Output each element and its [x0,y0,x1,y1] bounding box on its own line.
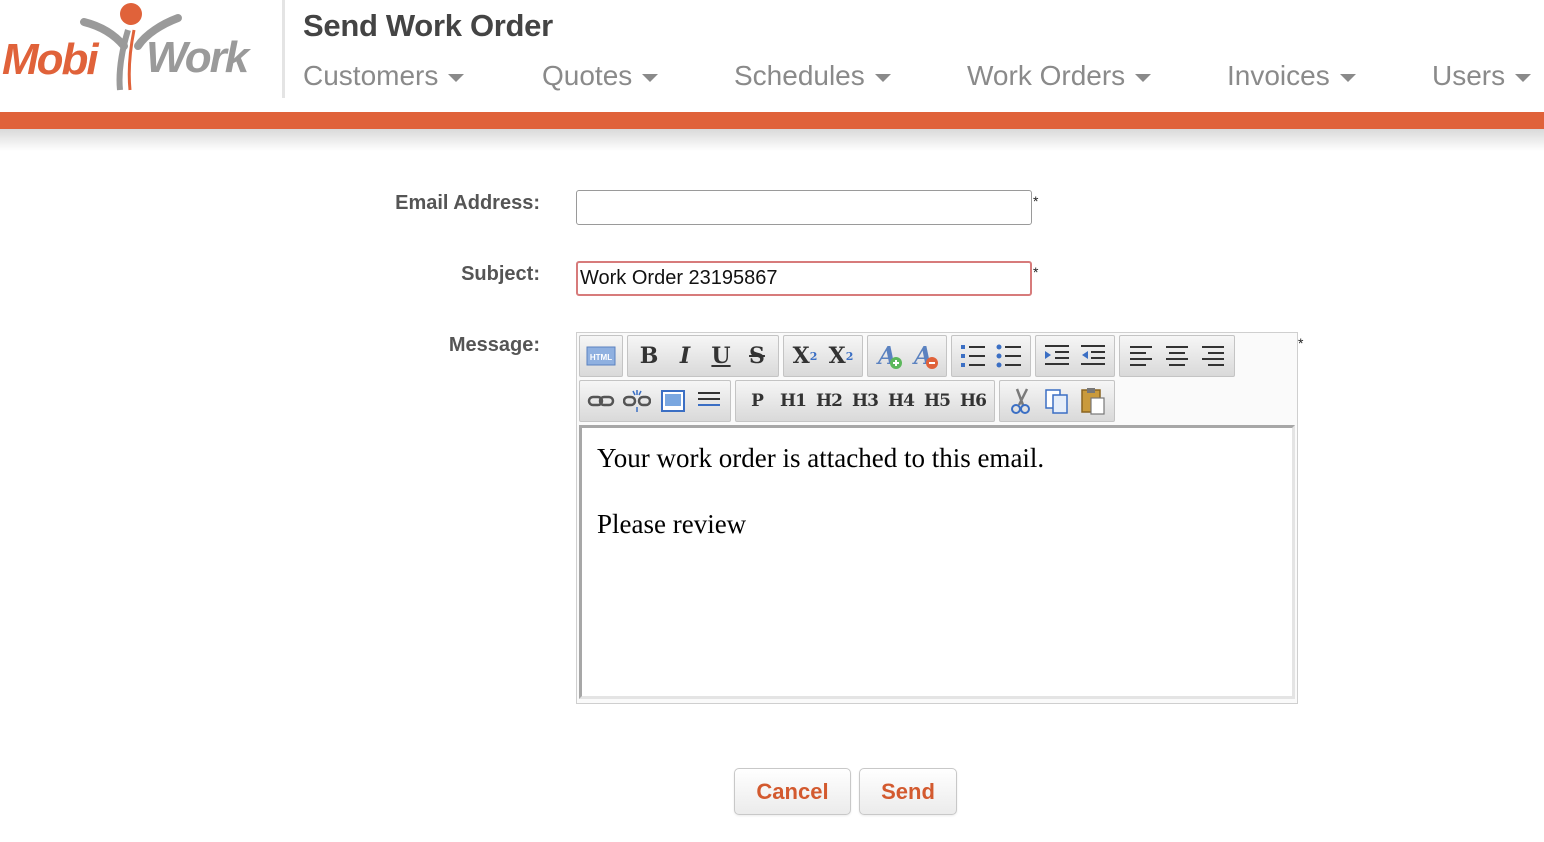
toolbar-group-indent [1035,335,1115,377]
nav-invoices[interactable]: Invoices [1227,60,1356,92]
toolbar-group-clipboard [999,380,1115,422]
nav-schedules[interactable]: Schedules [734,60,891,92]
superscript-mark: 2 [845,349,854,363]
heading-3-icon[interactable]: H3 [847,383,883,419]
required-mark: * [1033,193,1039,209]
required-mark: * [1298,335,1304,351]
html-icon-label: HTML [590,353,612,362]
superscript-icon[interactable]: X2 [823,338,859,374]
email-field[interactable] [576,190,1032,225]
strikethrough-icon[interactable]: S [739,338,775,374]
unordered-list-icon[interactable] [991,338,1027,374]
app-header: Mobi Work Send Work Order Customers Quot… [0,0,1544,112]
message-editor-area[interactable]: Your work order is attached to this emai… [579,425,1295,699]
email-label: Email Address: [395,192,540,214]
nav-label: Work Orders [967,60,1126,91]
nav-work-orders[interactable]: Work Orders [967,60,1152,92]
toolbar-group-lists [951,335,1031,377]
nav-quotes[interactable]: Quotes [542,60,659,92]
nav-label: Quotes [542,60,633,91]
align-center-icon[interactable] [1159,338,1195,374]
caret-down-icon [1515,73,1532,82]
decrease-font-icon[interactable]: A [907,338,943,374]
increase-font-icon[interactable]: A [871,338,907,374]
nav-label: Invoices [1227,60,1330,91]
align-right-icon[interactable] [1195,338,1231,374]
header-divider [282,0,285,98]
paragraph-icon[interactable]: P [739,383,775,419]
subject-label: Subject: [461,263,540,285]
header-shadow [0,129,1544,151]
rich-text-editor: HTML B I U S X2 X2 A A P H1 H2 H3 H4 H5 … [576,332,1298,704]
nav-label: Schedules [734,60,865,91]
required-mark: * [1033,264,1039,280]
nav-label: Users [1432,60,1506,91]
cancel-button[interactable]: Cancel [734,768,851,815]
header-accent-bar [0,112,1544,129]
align-left-icon[interactable] [1123,338,1159,374]
cut-icon[interactable] [1003,383,1039,419]
toolbar-group-font-size: A A [867,335,947,377]
caret-down-icon [642,73,659,82]
page-title: Send Work Order [303,8,553,43]
message-label: Message: [448,334,540,356]
subscript-mark: 2 [809,349,818,363]
subscript-icon[interactable]: X2 [787,338,823,374]
ordered-list-icon[interactable] [955,338,991,374]
underline-icon[interactable]: U [703,338,739,374]
main-nav: Customers Quotes Schedules Work Orders I… [303,60,1544,100]
toolbar-row-1: HTML B I U S X2 X2 A A [579,335,1239,377]
outdent-icon[interactable] [1075,338,1111,374]
nav-users[interactable]: Users [1432,60,1532,92]
heading-5-icon[interactable]: H5 [919,383,955,419]
toolbar-group-headings: P H1 H2 H3 H4 H5 H6 [735,380,995,422]
subject-field[interactable] [576,261,1032,296]
toolbar-row-2: P H1 H2 H3 H4 H5 H6 [579,380,1119,422]
copy-icon[interactable] [1039,383,1075,419]
superscript-glyph: X [828,343,846,369]
toolbar-group-format: B I U S [627,335,779,377]
italic-icon[interactable]: I [667,338,703,374]
heading-6-icon[interactable]: H6 [955,383,991,419]
toolbar-group-insert [579,380,731,422]
horizontal-rule-icon[interactable] [691,383,727,419]
heading-2-icon[interactable]: H2 [811,383,847,419]
image-icon[interactable] [655,383,691,419]
message-line: Please review [597,509,747,539]
paste-icon[interactable] [1075,383,1111,419]
toolbar-group-script: X2 X2 [783,335,863,377]
indent-icon[interactable] [1039,338,1075,374]
message-line: Your work order is attached to this emai… [597,443,1045,473]
caret-down-icon [1135,73,1152,82]
svg-text:Mobi: Mobi [2,35,99,84]
heading-4-icon[interactable]: H4 [883,383,919,419]
svg-text:Work: Work [146,33,252,82]
bold-icon[interactable]: B [631,338,667,374]
toolbar-group-align [1119,335,1235,377]
unlink-icon[interactable] [619,383,655,419]
caret-down-icon [874,73,891,82]
toolbar-group-html: HTML [579,335,623,377]
nav-customers[interactable]: Customers [303,60,465,92]
heading-1-icon[interactable]: H1 [775,383,811,419]
mobiwork-logo[interactable]: Mobi Work [0,0,282,100]
html-icon[interactable]: HTML [583,338,619,374]
caret-down-icon [1339,73,1356,82]
send-button[interactable]: Send [859,768,957,815]
subscript-glyph: X [792,343,810,369]
link-icon[interactable] [583,383,619,419]
caret-down-icon [448,73,465,82]
nav-label: Customers [303,60,439,91]
